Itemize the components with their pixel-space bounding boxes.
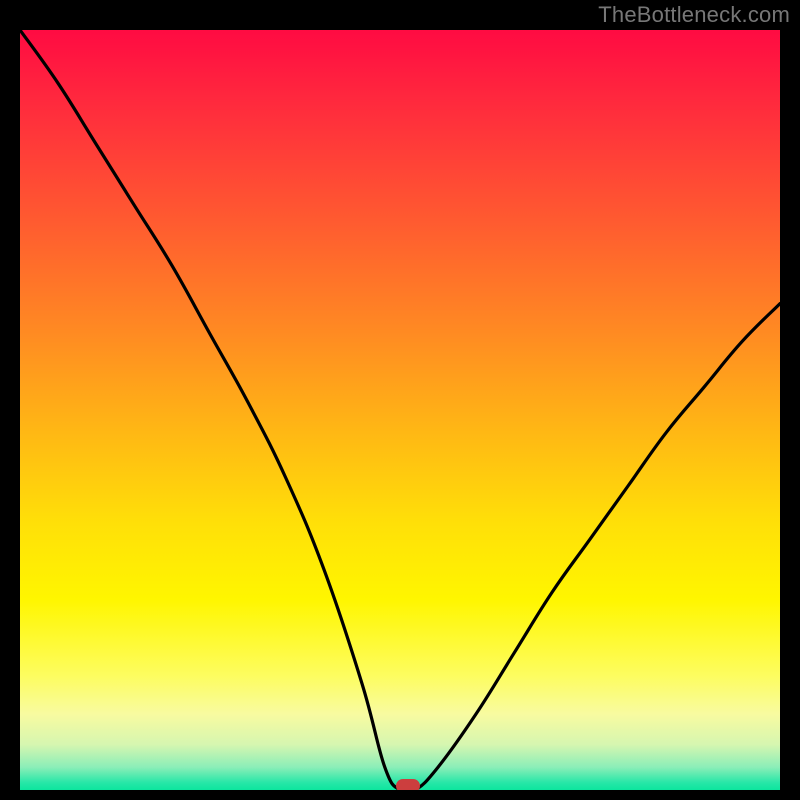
chart-container: TheBottleneck.com [0, 0, 800, 800]
watermark-text: TheBottleneck.com [598, 2, 790, 28]
plot-area [20, 30, 780, 790]
curve-path [20, 30, 780, 790]
bottleneck-curve [20, 30, 780, 790]
optimal-point-marker [396, 779, 420, 790]
